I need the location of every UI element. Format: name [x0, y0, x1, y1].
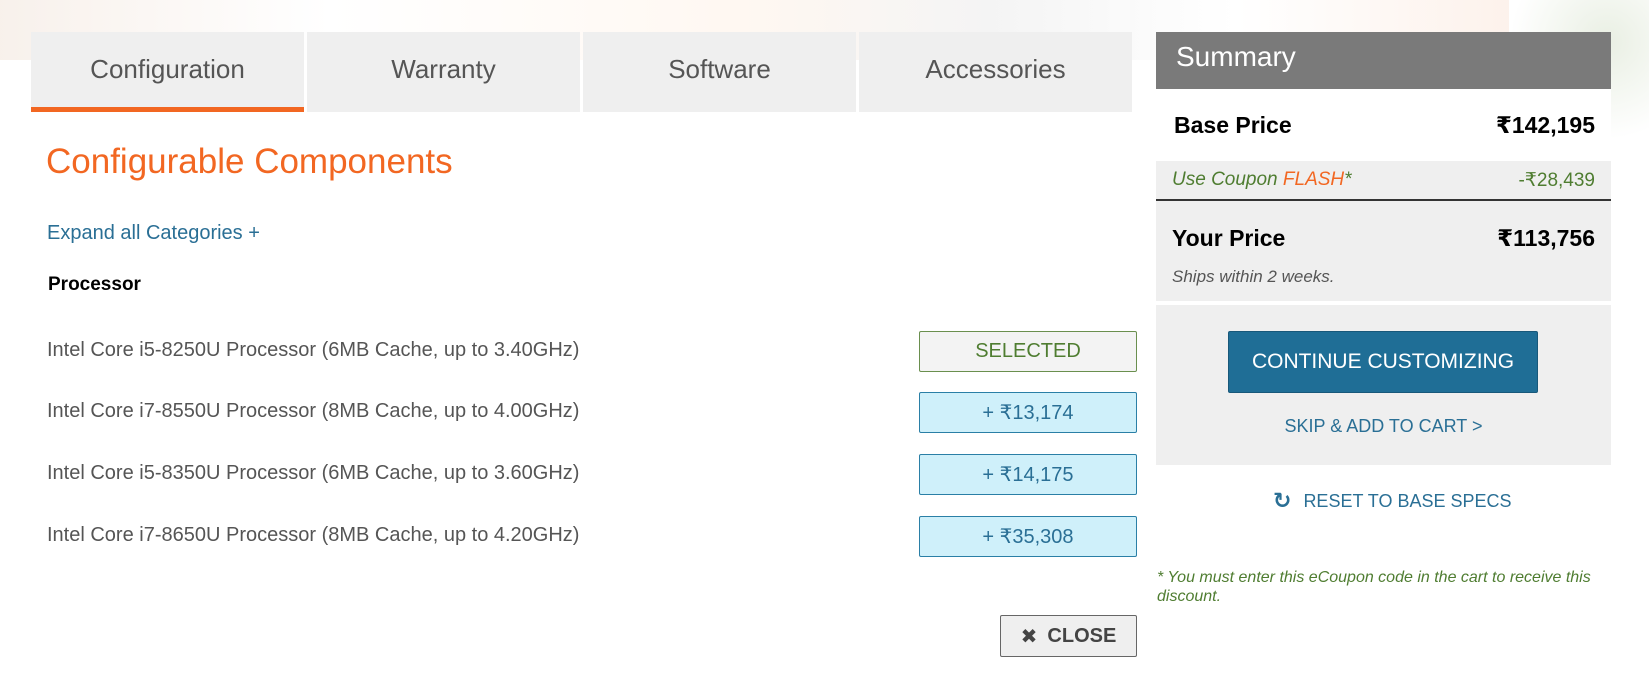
option-row: Intel Core i7-8550U Processor (8MB Cache… — [47, 392, 1137, 434]
continue-customizing-button[interactable]: CONTINUE CUSTOMIZING — [1228, 331, 1538, 393]
option-label: Intel Core i7-8650U Processor (8MB Cache… — [47, 524, 580, 546]
add-option-button[interactable]: + ₹14,175 — [919, 454, 1137, 495]
option-row: Intel Core i5-8350U Processor (6MB Cache… — [47, 454, 1137, 496]
coupon-code: FLASH — [1282, 169, 1345, 190]
option-label: Intel Core i5-8350U Processor (6MB Cache… — [47, 462, 580, 484]
base-price-row: Base Price ₹142,195 — [1156, 89, 1611, 161]
tab-bar: Configuration Warranty Software Accessor… — [31, 32, 1132, 112]
tab-warranty[interactable]: Warranty — [307, 32, 580, 112]
coupon-amount: -₹28,439 — [1518, 169, 1595, 191]
option-row: Intel Core i5-8250U Processor (6MB Cache… — [47, 331, 1137, 373]
summary-header: Summary — [1156, 32, 1611, 89]
base-price-label: Base Price — [1174, 111, 1292, 138]
reset-icon: ↻ — [1273, 488, 1292, 513]
coupon-row: Use Coupon FLASH* -₹28,439 — [1156, 161, 1611, 201]
tab-configuration[interactable]: Configuration — [31, 32, 304, 112]
reset-label: RESET TO BASE SPECS — [1303, 490, 1512, 511]
tab-accessories[interactable]: Accessories — [859, 32, 1132, 112]
add-option-button[interactable]: + ₹13,174 — [919, 392, 1137, 433]
close-button[interactable]: ✖ CLOSE — [1000, 615, 1137, 657]
page-title: Configurable Components — [46, 142, 453, 181]
coupon-suffix: * — [1344, 169, 1352, 190]
expand-all-link[interactable]: Expand all Categories + — [47, 222, 260, 245]
add-option-button[interactable]: + ₹35,308 — [919, 516, 1137, 557]
your-price-value: ₹113,756 — [1497, 225, 1595, 251]
coupon-disclaimer: * You must enter this eCoupon code in th… — [1157, 569, 1591, 605]
skip-add-to-cart-link[interactable]: SKIP & ADD TO CART > — [1156, 416, 1611, 437]
reset-to-base-specs-link[interactable]: ↻ RESET TO BASE SPECS — [1273, 488, 1512, 514]
base-price-value: ₹142,195 — [1495, 111, 1595, 138]
option-label: Intel Core i7-8550U Processor (8MB Cache… — [47, 400, 580, 422]
summary-panel: Summary Base Price ₹142,195 Use Coupon F… — [1156, 32, 1611, 465]
close-label: CLOSE — [1047, 624, 1117, 647]
option-row: Intel Core i7-8650U Processor (8MB Cache… — [47, 516, 1137, 558]
tab-software[interactable]: Software — [583, 32, 856, 112]
summary-actions: CONTINUE CUSTOMIZING SKIP & ADD TO CART … — [1156, 305, 1611, 465]
shipping-note: Ships within 2 weeks. — [1172, 267, 1335, 286]
your-price-row: Your Price ₹113,756 Ships within 2 weeks… — [1156, 201, 1611, 301]
category-heading: Processor — [48, 274, 141, 295]
option-label: Intel Core i5-8250U Processor (6MB Cache… — [47, 339, 580, 361]
selected-button[interactable]: SELECTED — [919, 331, 1137, 372]
coupon-prefix: Use Coupon — [1172, 169, 1283, 190]
coupon-label: Use Coupon FLASH* — [1172, 169, 1352, 191]
close-icon: ✖ — [1020, 625, 1038, 648]
your-price-label: Your Price — [1172, 225, 1286, 251]
